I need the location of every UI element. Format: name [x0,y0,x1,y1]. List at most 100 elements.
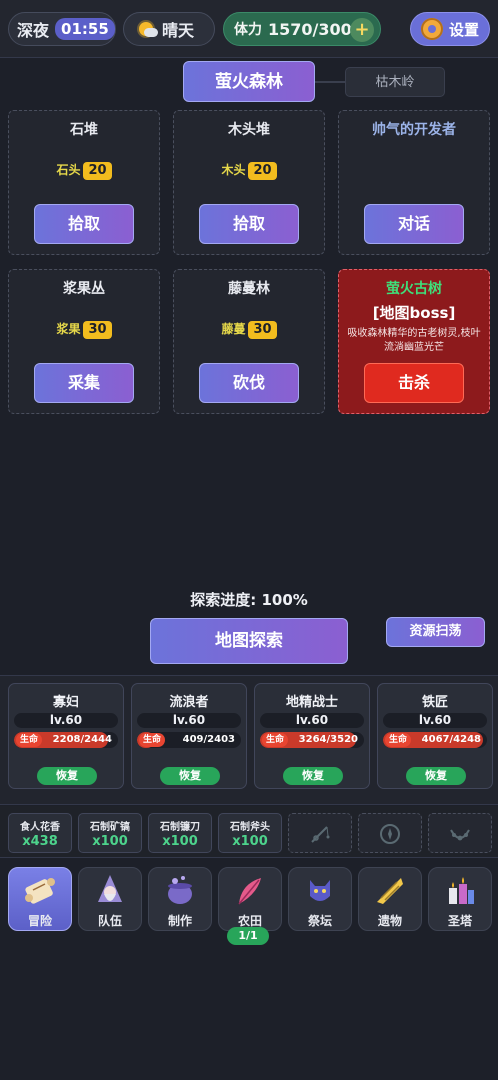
pickup-button[interactable]: 拾取 [199,204,299,244]
hp-value: 3264/3520 [298,734,358,745]
map-explore-button[interactable]: 地图探索 [150,618,348,664]
item-name: 食人花香 [20,822,60,833]
card-title: 木头堆 [228,122,270,138]
cat-icon [310,880,330,901]
hp-label: 生命 [385,733,412,747]
candles-icon [449,877,474,904]
heal-button[interactable]: 恢复 [406,767,466,785]
farm-status-badge: 1/1 [227,927,269,945]
team-member-card[interactable]: 铁匠 lv.60 生命 4067/4248 恢复 [377,683,493,789]
nav-label: 祭坛 [307,914,332,928]
member-level: lv.60 [14,713,118,728]
resource-count: 30 [83,321,112,339]
nav-label: 遗物 [377,914,402,928]
resource-count: 30 [248,321,277,339]
card-title: 帅气的开发者 [372,122,456,138]
member-name: 铁匠 [421,695,448,710]
member-level: lv.60 [260,713,364,728]
hp-bar: 生命 409/2403 [137,732,241,748]
member-name: 流浪者 [169,695,209,710]
add-stamina-button[interactable]: + [350,18,374,42]
boss-description: 吸收森林精华的古老树灵,枝叶流淌幽蓝光芒 [347,328,481,353]
boss-name: 萤火古树 [386,281,442,297]
location-connector [315,81,345,83]
resource-card-berry: 浆果丛 浆果 30 采集 [8,269,160,414]
scroll-icon [25,878,55,904]
pickup-button[interactable]: 拾取 [34,204,134,244]
location-current-tab[interactable]: 萤火森林 [183,61,315,102]
resource-name: 藤蔓 [221,322,246,336]
sunny-icon [136,19,158,39]
hp-bar: 生命 2208/2444 [14,732,118,748]
settings-label: 设置 [449,20,480,39]
hp-label: 生命 [16,733,43,747]
card-title: 石堆 [70,122,98,138]
team-member-card[interactable]: 流浪者 lv.60 生命 409/2403 恢复 [131,683,247,789]
resource-sweep-button[interactable]: 资源扫荡 [386,617,485,647]
card-title: 藤蔓林 [228,281,270,297]
gear-icon [421,18,443,40]
shell-icon [377,878,403,904]
nav-label: 制作 [167,914,192,928]
team-panel: 寡妇 lv.60 生命 2208/2444 恢复 流浪者 lv.60 生命 40… [0,675,498,805]
nav-altar[interactable]: 祭坛 [288,867,352,931]
settings-button[interactable]: 设置 [410,12,490,46]
nav-relics[interactable]: 遗物 [358,867,422,931]
team-member-card[interactable]: 地精战士 lv.60 生命 3264/3520 恢复 [254,683,370,789]
resource-name: 木头 [221,163,246,177]
nav-label: 冒险 [27,914,52,928]
tool-inventory-strip: 食人花香 x438 石制矿镐 x100 石制镰刀 x100 石制斧头 x100 [0,806,498,858]
hp-bar: 生命 3264/3520 [260,732,364,748]
location-next-tab[interactable]: 枯木岭 [345,67,445,97]
nav-adventure[interactable]: 冒险 [8,867,72,931]
item-quantity: x100 [92,834,128,849]
team-member-card[interactable]: 寡妇 lv.60 生命 2208/2444 恢复 [8,683,124,789]
resource-card-stone: 石堆 石头 20 拾取 [8,110,160,255]
empty-slot-compass[interactable] [358,813,422,853]
item-quantity: x100 [232,834,268,849]
feather-icon [238,878,261,905]
card-title: 浆果丛 [63,281,105,297]
kill-boss-button[interactable]: 击杀 [364,363,464,403]
member-level: lv.60 [137,713,241,728]
inventory-slot[interactable]: 石制矿镐 x100 [78,813,142,853]
boss-card: 萤火古树 [地图boss] 吸收森林精华的古老树灵,枝叶流淌幽蓝光芒 击杀 [338,269,490,414]
necklace-icon [450,829,470,841]
hp-value: 409/2403 [182,734,235,745]
hp-label: 生命 [262,733,289,747]
nav-team[interactable]: 队伍 [78,867,142,931]
nav-tower[interactable]: 圣塔 [428,867,492,931]
member-name: 寡妇 [52,695,79,710]
boss-tag: [地图boss] [372,304,456,322]
empty-slot-fishing-rod[interactable] [288,813,352,853]
inventory-slot[interactable]: 石制斧头 x100 [218,813,282,853]
item-name: 石制镰刀 [160,822,200,833]
chop-button[interactable]: 砍伐 [199,363,299,403]
hp-value: 4067/4248 [421,734,481,745]
heal-button[interactable]: 恢复 [160,767,220,785]
weather-label: 晴天 [162,21,195,40]
inventory-slot[interactable]: 食人花香 x438 [8,813,72,853]
stamina-display: 体力 1570/300 + [223,12,381,46]
item-name: 石制矿镐 [90,822,130,833]
nav-craft[interactable]: 制作 [148,867,212,931]
empty-slot-necklace[interactable] [428,813,492,853]
inventory-slot[interactable]: 石制镰刀 x100 [148,813,212,853]
stamina-value: 1570/300 [268,19,352,39]
member-level: lv.60 [383,713,487,728]
card-resource: 浆果 30 [9,320,159,340]
hp-bar: 生命 4067/4248 [383,732,487,748]
hp-label: 生命 [139,733,166,747]
nav-farm[interactable]: 农田 [218,867,282,931]
wizard-icon [98,875,122,902]
item-quantity: x100 [162,834,198,849]
card-resource: 木头 20 [174,161,324,181]
hp-value: 2208/2444 [52,734,112,745]
resource-card-wood: 木头堆 木头 20 拾取 [173,110,325,255]
heal-button[interactable]: 恢复 [37,767,97,785]
talk-button[interactable]: 对话 [364,204,464,244]
exploration-progress: 探索进度: 100% [190,591,308,609]
resource-name: 石头 [56,163,81,177]
heal-button[interactable]: 恢复 [283,767,343,785]
gather-button[interactable]: 采集 [34,363,134,403]
